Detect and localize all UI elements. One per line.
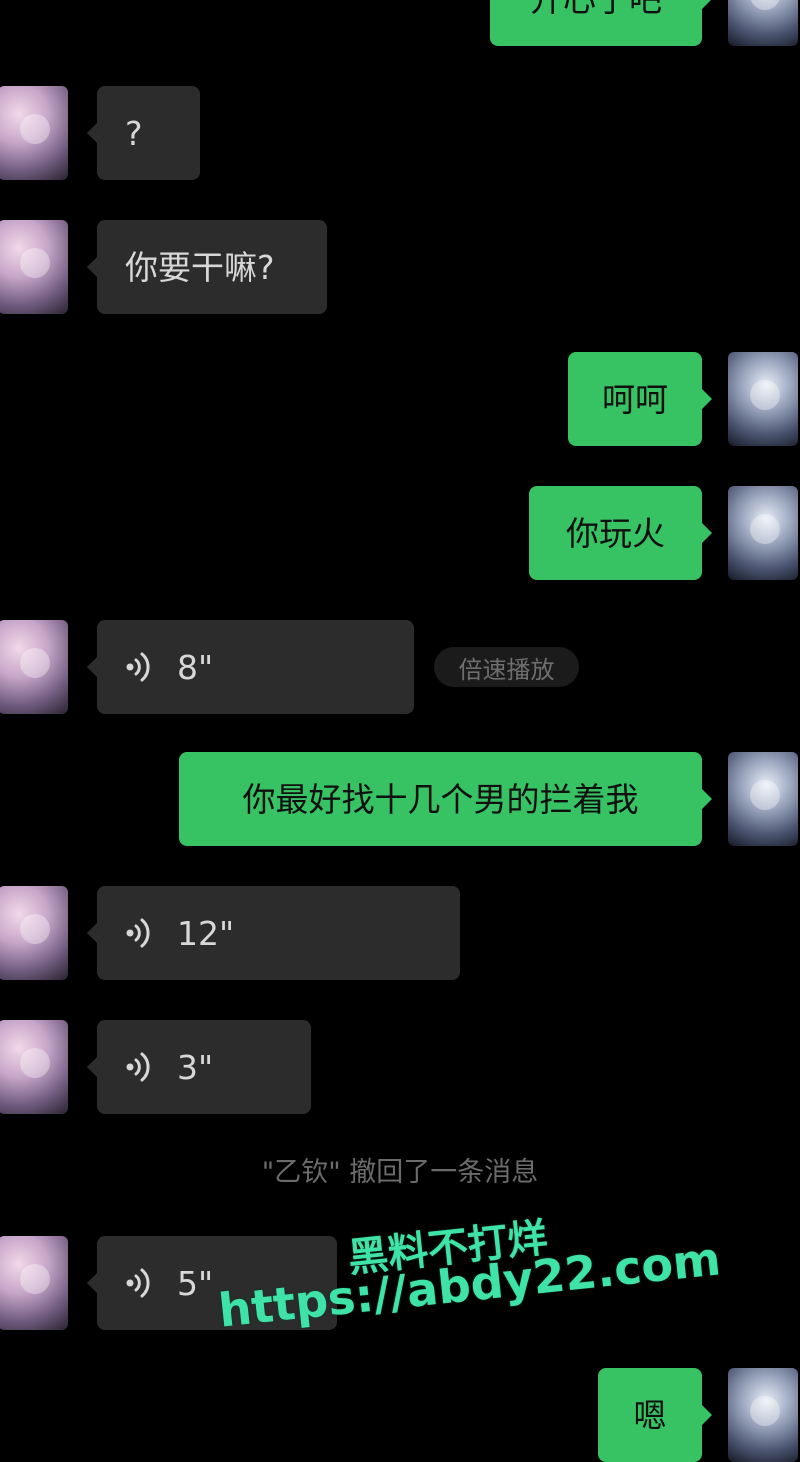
avatar-face xyxy=(20,1048,50,1078)
message-bubble[interactable]: 嗯 xyxy=(598,1368,712,1462)
voice-message-bubble[interactable]: 8" xyxy=(87,620,414,714)
peer-avatar[interactable] xyxy=(0,1020,68,1114)
message-text: 嗯 xyxy=(633,1395,667,1435)
avatar-face xyxy=(750,380,780,410)
voice-duration: 5" xyxy=(177,1263,214,1303)
message-text: ? xyxy=(125,113,143,153)
voice-wave-icon xyxy=(125,916,155,950)
message-text: 呵呵 xyxy=(602,379,668,419)
message-bubble[interactable]: 你玩火 xyxy=(529,486,712,580)
message-text: 你最好找十几个男的拦着我 xyxy=(242,779,639,819)
avatar-face xyxy=(20,1264,50,1294)
peer-avatar[interactable] xyxy=(0,886,68,980)
avatar-face xyxy=(20,914,50,944)
message-text: 开心了吧 xyxy=(530,0,662,16)
voice-message-bubble[interactable]: 3" xyxy=(87,1020,311,1114)
self-avatar[interactable] xyxy=(728,352,798,446)
avatar-face xyxy=(20,248,50,278)
recall-notice: "乙钦" 撤回了一条消息 xyxy=(261,1157,539,1188)
voice-duration: 12" xyxy=(177,913,235,953)
playback-speed-button[interactable]: 倍速播放 xyxy=(434,647,579,687)
voice-wave-icon xyxy=(125,1266,155,1300)
peer-avatar[interactable] xyxy=(0,620,68,714)
avatar-face xyxy=(750,780,780,810)
message-bubble[interactable]: 你要干嘛? xyxy=(87,220,327,314)
peer-avatar[interactable] xyxy=(0,1236,68,1330)
avatar-face xyxy=(750,0,780,10)
message-bubble[interactable]: 呵呵 xyxy=(568,352,712,446)
self-avatar[interactable] xyxy=(728,486,798,580)
avatar-face xyxy=(750,514,780,544)
peer-avatar[interactable] xyxy=(0,220,68,314)
voice-duration: 8" xyxy=(177,647,214,687)
peer-avatar[interactable] xyxy=(0,86,68,180)
message-bubble[interactable]: 开心了吧 xyxy=(490,0,712,46)
message-bubble[interactable]: 你最好找十几个男的拦着我 xyxy=(179,752,712,846)
message-text: 你玩火 xyxy=(566,513,665,553)
self-avatar[interactable] xyxy=(728,0,798,46)
voice-wave-icon xyxy=(125,650,155,684)
self-avatar[interactable] xyxy=(728,752,798,846)
self-avatar[interactable] xyxy=(728,1368,798,1462)
avatar-face xyxy=(20,114,50,144)
voice-duration: 3" xyxy=(177,1047,214,1087)
message-text: 你要干嘛? xyxy=(125,247,275,287)
voice-message-bubble[interactable]: 12" xyxy=(87,886,460,980)
voice-wave-icon xyxy=(125,1050,155,1084)
avatar-face xyxy=(20,648,50,678)
message-bubble[interactable]: ? xyxy=(87,86,200,180)
